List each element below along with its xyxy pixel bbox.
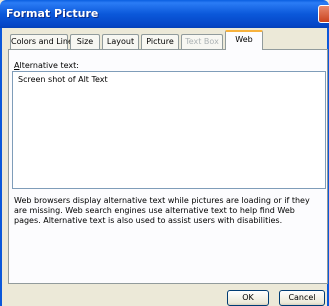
tab-web[interactable]: Web bbox=[225, 30, 263, 50]
tab-colors-and-lines[interactable]: Colors and Lines bbox=[10, 34, 77, 49]
window-frame-left bbox=[0, 28, 2, 306]
alt-text-label: Alternative text: bbox=[14, 61, 79, 70]
tab-picture[interactable]: Picture bbox=[141, 34, 179, 49]
dialog-title: Format Picture bbox=[6, 7, 99, 20]
alt-text-label-text: lternative text: bbox=[19, 61, 79, 70]
cancel-button[interactable]: Cancel bbox=[279, 290, 325, 306]
format-picture-dialog: Format Picture Colors and Lines Size Lay… bbox=[0, 0, 329, 306]
alt-text-description: Web browsers display alternative text wh… bbox=[14, 196, 310, 225]
title-bar[interactable]: Format Picture bbox=[0, 0, 329, 28]
tab-text-box[interactable]: Text Box bbox=[181, 34, 223, 49]
tab-size[interactable]: Size bbox=[70, 34, 100, 49]
close-button[interactable] bbox=[318, 5, 329, 23]
tab-layout[interactable]: Layout bbox=[102, 34, 139, 49]
alt-text-input[interactable]: Screen shot of Alt Text bbox=[12, 71, 326, 189]
ok-button[interactable]: OK bbox=[227, 290, 269, 306]
